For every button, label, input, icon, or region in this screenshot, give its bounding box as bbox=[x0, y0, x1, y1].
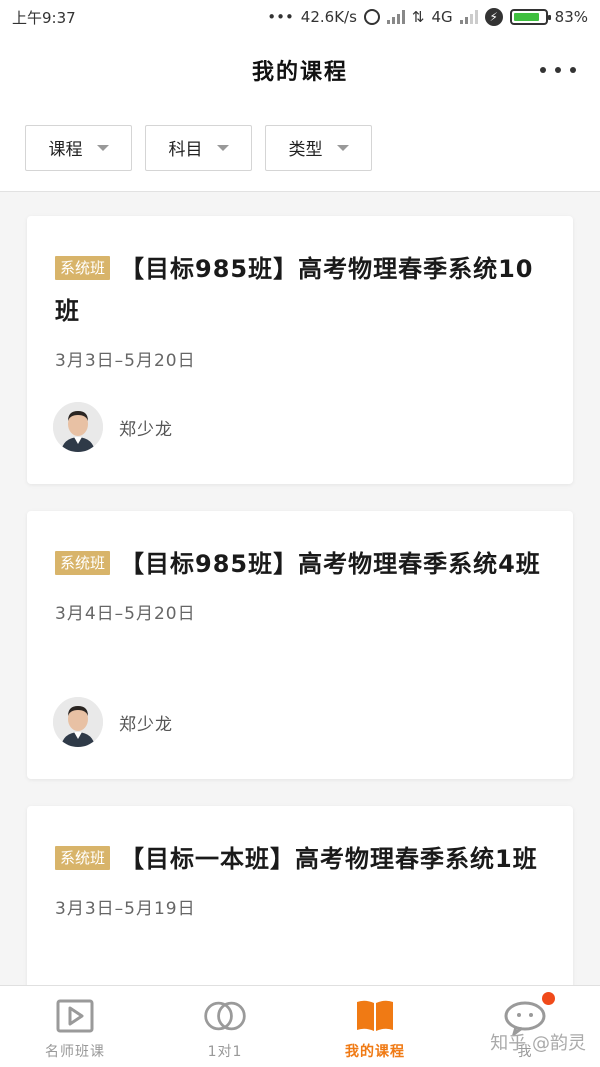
caret-down-icon bbox=[336, 144, 349, 151]
watermark: 知乎 @韵灵 bbox=[490, 1033, 586, 1054]
status-icons: ••• 42.6K/s ⇅ 4G ⚡ 83% bbox=[267, 8, 588, 26]
teacher-info: 郑少龙 bbox=[53, 697, 173, 747]
course-tag: 系统班 bbox=[55, 846, 111, 870]
more-dot-icon bbox=[570, 67, 576, 73]
teacher-info: 郑少龙 bbox=[53, 402, 173, 452]
course-title: 系统班 【目标一本班】高考物理春季系统1班 bbox=[55, 838, 545, 880]
play-icon bbox=[52, 996, 98, 1036]
course-card[interactable]: 系统班 【目标985班】高考物理春季系统4班 3月4日–5月20日 郑少龙 bbox=[27, 511, 573, 779]
course-date: 3月4日–5月20日 bbox=[55, 604, 196, 624]
teacher-avatar bbox=[53, 402, 103, 452]
course-date: 3月3日–5月19日 bbox=[55, 899, 196, 919]
filter-course[interactable]: 课程 bbox=[25, 124, 132, 171]
nav-item-my-courses[interactable]: 我的课程 bbox=[300, 986, 450, 1067]
signal-icon bbox=[386, 10, 405, 24]
filter-subject[interactable]: 科目 bbox=[145, 124, 252, 171]
more-dot-icon bbox=[540, 67, 546, 73]
filter-type[interactable]: 类型 bbox=[265, 124, 372, 171]
nav-label: 名师班课 bbox=[45, 1044, 105, 1060]
course-tag: 系统班 bbox=[55, 551, 111, 575]
page-title: 我的课程 bbox=[251, 60, 348, 85]
teacher-name: 郑少龙 bbox=[119, 419, 173, 440]
nav-label: 我的课程 bbox=[345, 1044, 405, 1060]
notification-dot bbox=[542, 992, 555, 1005]
bottom-nav: 名师班课 1对1 我的课程 我 知乎 @韵灵 bbox=[0, 985, 600, 1067]
alarm-icon bbox=[363, 9, 380, 25]
avatar-portrait-icon bbox=[53, 697, 103, 747]
nav-item-classes[interactable]: 名师班课 bbox=[0, 986, 150, 1067]
battery-icon bbox=[509, 9, 551, 25]
course-card[interactable]: 系统班 【目标985班】高考物理春季系统10班 3月3日–5月20日 郑少龙 bbox=[27, 216, 573, 484]
course-tag: 系统班 bbox=[55, 256, 111, 280]
course-title: 系统班 【目标985班】高考物理春季系统10班 bbox=[55, 248, 545, 332]
nav-item-one-on-one[interactable]: 1对1 bbox=[150, 986, 300, 1067]
course-title-text: 【目标一本班】高考物理春季系统1班 bbox=[120, 845, 538, 873]
status-bar: 上午9:37 ••• 42.6K/s ⇅ 4G ⚡ 83% bbox=[0, 0, 600, 34]
more-dots-icon: ••• bbox=[267, 8, 294, 26]
signal-weak-icon bbox=[459, 10, 478, 24]
filter-bar: 课程 科目 类型 bbox=[0, 104, 600, 192]
avatar-portrait-icon bbox=[53, 402, 103, 452]
filter-label: 科目 bbox=[168, 140, 203, 160]
course-list: 系统班 【目标985班】高考物理春季系统10班 3月3日–5月20日 郑少龙 系统… bbox=[27, 216, 573, 1067]
filter-label: 类型 bbox=[288, 140, 323, 160]
teacher-name: 郑少龙 bbox=[119, 714, 173, 735]
course-title: 系统班 【目标985班】高考物理春季系统4班 bbox=[55, 543, 545, 585]
course-title-text: 【目标985班】高考物理春季系统10班 bbox=[55, 255, 534, 325]
more-menu-button[interactable] bbox=[540, 62, 576, 78]
status-time: 上午9:37 bbox=[12, 8, 76, 27]
more-dot-icon bbox=[555, 67, 561, 73]
one-on-one-icon bbox=[202, 996, 248, 1036]
network-type: 4G bbox=[431, 8, 453, 26]
net-speed: 42.6K/s bbox=[300, 8, 357, 26]
header: 我的课程 bbox=[0, 34, 600, 104]
nav-label: 1对1 bbox=[207, 1044, 243, 1060]
caret-down-icon bbox=[96, 144, 109, 151]
book-icon bbox=[352, 996, 398, 1036]
filter-label: 课程 bbox=[48, 140, 83, 160]
teacher-avatar bbox=[53, 697, 103, 747]
data-arrows-icon: ⇅ bbox=[411, 8, 425, 26]
battery-percent: 83% bbox=[554, 8, 588, 26]
charging-icon: ⚡ bbox=[484, 8, 503, 26]
caret-down-icon bbox=[216, 144, 229, 151]
course-title-text: 【目标985班】高考物理春季系统4班 bbox=[120, 550, 541, 578]
course-date: 3月3日–5月20日 bbox=[55, 351, 196, 371]
